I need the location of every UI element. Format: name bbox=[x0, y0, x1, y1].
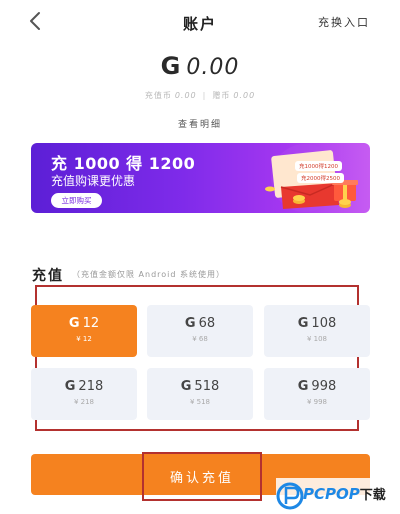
coin-icon: G bbox=[297, 379, 309, 394]
package-coins: 12 bbox=[82, 316, 100, 331]
watermark-suffix: 下载 bbox=[359, 488, 386, 503]
offer-note-1: 充1000得1200 bbox=[295, 161, 342, 171]
sub-balance: 充值币 0.00 | 赠币 0.00 bbox=[0, 90, 400, 101]
package-price: ¥ 68 bbox=[192, 335, 208, 343]
package-price: ¥ 518 bbox=[189, 398, 211, 406]
view-details-link[interactable]: 查看明细 bbox=[0, 117, 400, 130]
package-price: ¥ 218 bbox=[73, 398, 95, 406]
recharge-section-note: （充值金额仅限 Android 系统使用） bbox=[72, 270, 226, 279]
package-option[interactable]: G 108 ¥ 108 bbox=[264, 305, 370, 357]
gift-coin-label: 赠币 bbox=[212, 91, 231, 100]
promo-banner[interactable]: 充 1000 得 1200 充值购课更优惠 立即购买 充1000得1200 充2… bbox=[31, 143, 370, 213]
coin-icon: G bbox=[68, 316, 80, 331]
package-price: ¥ 12 bbox=[76, 335, 92, 343]
package-coins: 998 bbox=[311, 379, 337, 394]
package-option[interactable]: G 218 ¥ 218 bbox=[31, 368, 137, 420]
watermark-brand: PCPOP bbox=[303, 485, 360, 503]
package-coins: 68 bbox=[198, 316, 216, 331]
gift-coin-value: 0.00 bbox=[233, 91, 256, 100]
package-option[interactable]: G 12 ¥ 12 bbox=[31, 305, 137, 357]
balance-amount: 0.00 bbox=[186, 55, 240, 80]
balance-display: G 0.00 bbox=[0, 52, 400, 80]
package-option[interactable]: G 68 ¥ 68 bbox=[147, 305, 253, 357]
package-coins: 518 bbox=[194, 379, 220, 394]
package-coins: 218 bbox=[78, 379, 104, 394]
banner-subtitle: 充值购课更优惠 bbox=[51, 174, 136, 188]
package-price: ¥ 108 bbox=[306, 335, 328, 343]
coin-icon: G bbox=[64, 379, 76, 394]
package-option[interactable]: G 518 ¥ 518 bbox=[147, 368, 253, 420]
coin-icon: G bbox=[160, 52, 181, 80]
package-option[interactable]: G 998 ¥ 998 bbox=[264, 368, 370, 420]
buy-now-button[interactable]: 立即购买 bbox=[51, 193, 102, 208]
package-price: ¥ 998 bbox=[306, 398, 328, 406]
divider: | bbox=[202, 91, 207, 100]
coin-icon: G bbox=[184, 316, 196, 331]
offer-note-2: 充2000得2500 bbox=[297, 173, 344, 183]
coin-icon: G bbox=[297, 316, 309, 331]
coin-icon: G bbox=[180, 379, 192, 394]
recharge-coin-label: 充值币 bbox=[144, 91, 172, 100]
recharge-coin-value: 0.00 bbox=[174, 91, 197, 100]
watermark-text: PCPOP下载 bbox=[303, 484, 386, 503]
package-coins: 108 bbox=[311, 316, 337, 331]
confirm-recharge-label[interactable]: 确认充值 bbox=[142, 467, 262, 486]
switch-entry-link[interactable]: 充换入口 bbox=[318, 14, 370, 30]
recharge-section-title: 充值 bbox=[32, 268, 64, 284]
banner-title: 充 1000 得 1200 bbox=[51, 154, 196, 173]
